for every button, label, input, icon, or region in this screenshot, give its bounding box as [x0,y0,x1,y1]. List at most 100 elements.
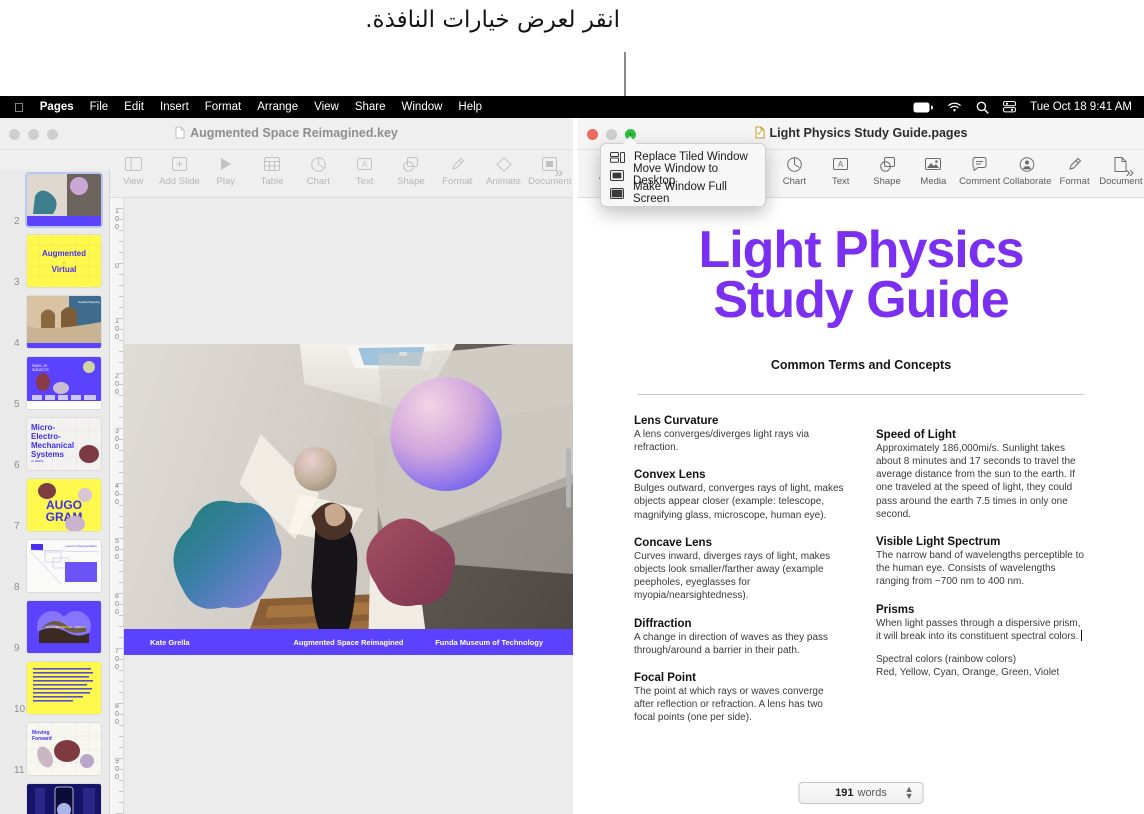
toolbar-button-table[interactable]: Table [249,150,295,187]
menu-item-edit[interactable]: Edit [124,101,144,113]
document-term: Concave LensCurves inward, diverges rays… [634,537,846,603]
slide-thumbnail-preview[interactable]: MovingForward [27,723,101,775]
toolbar-button-document[interactable]: Document [1098,150,1144,187]
menu-item-format[interactable]: Format [205,101,241,113]
battery-icon[interactable] [913,102,933,113]
slide-thumbnail-item[interactable]: 6Micro-Electro-MechanicalSystems(or MEMS… [0,414,109,475]
toolbar-button-shape[interactable]: Shape [388,150,434,187]
menu-item-view[interactable]: View [314,101,339,113]
apple-logo-icon[interactable]:  [14,101,24,114]
svg-text:Virtual: Virtual [52,265,77,274]
toolbar-button-chart[interactable]: Chart [295,150,341,187]
slide-number: 4 [14,338,20,349]
slide-thumbnail-preview[interactable]: PHYSICALAUGMENTEDVIRTUAL [27,601,101,653]
slide-thumbnail-preview[interactable] [27,174,101,226]
document-right-column: Speed of LightApproximately 186,000mi/s.… [876,415,1088,740]
menu-item-help[interactable]: Help [458,101,482,113]
menu-item-share[interactable]: Share [355,101,386,113]
ruler-tick [119,725,123,726]
slide-number: 3 [14,277,20,288]
toolbar-button-format[interactable]: Format [434,150,480,187]
current-slide[interactable]: Kate Grella Augmented Space Reimagined F… [124,344,573,655]
search-icon[interactable] [976,101,989,114]
word-count-unit: words [858,787,887,799]
slide-thumbnail-item[interactable]: 7AUGOGRAM [0,475,109,536]
ruler-tick [116,263,123,264]
menu-item-window[interactable]: Window [402,101,443,113]
slide-thumbnail-preview[interactable]: PANEL OFSUBJECTS [27,357,101,409]
document-page[interactable]: Light Physics Study Guide Common Terms a… [578,198,1144,814]
slide-thumbnail-preview[interactable]: AugmentedvsVirtual [27,235,101,287]
ruler-tick-label: 400 [112,483,122,507]
menu-item-make-window-full-screen[interactable]: Make Window Full Screen [601,184,765,202]
toolbar-button-document[interactable]: Document [527,150,573,187]
slide-thumbnail-preview[interactable]: Layers of Augmentation [27,540,101,592]
pages-body: Light Physics Study Guide Common Terms a… [578,198,1144,814]
slide-thumbnail-item[interactable]: 12 [0,780,109,814]
toolbar-overflow-button[interactable]: » [1126,164,1134,181]
ruler-tick [119,692,123,693]
control-center-icon[interactable] [1003,101,1016,113]
toolbar-button-media[interactable]: Media [910,150,956,187]
menu-item-arrange[interactable]: Arrange [257,101,298,113]
toolbar-button-add-slide[interactable]: Add Slide [156,150,202,187]
toolbar-button-shape[interactable]: Shape [864,150,910,187]
ruler-tick [119,450,123,451]
slide-canvas[interactable]: Kate Grella Augmented Space Reimagined F… [124,198,573,814]
tiled-window-icon [610,152,625,163]
window-options-dropdown[interactable]: Replace Tiled Window Move Window to Desk… [600,143,766,207]
keynote-window: Augmented Space Reimagined.key View Add … [0,118,573,814]
slide-thumbnail-item[interactable]: 3 AugmentedvsVirtual [0,231,109,292]
slide-thumbnail-item[interactable]: 2 [0,170,109,231]
slide-thumbnail-item[interactable]: 5PANEL OFSUBJECTS [0,353,109,414]
slide-navigator[interactable]: 2 3 AugmentedvsVirtual 4 Spatial Mapping5PAN… [0,170,110,814]
wifi-icon[interactable] [947,102,962,113]
play-icon [220,154,232,174]
ruler-tick [119,659,123,660]
menubar-clock[interactable]: Tue Oct 18 9:41 AM [1030,101,1132,113]
menu-item-file[interactable]: File [90,101,109,113]
pages-document-icon [755,126,765,139]
keynote-titlebar[interactable]: Augmented Space Reimagined.key [0,118,573,150]
slide-thumbnail-preview[interactable]: Micro-Electro-MechanicalSystems(or MEMS) [27,418,101,470]
slide-thumbnail-item[interactable]: 4 Spatial Mapping [0,292,109,353]
slide-thumbnail-item[interactable]: 10 [0,658,109,719]
toolbar-button-text[interactable]: A Text [341,150,387,187]
term-extra-line-1: Spectral colors (rainbow colors) [876,653,1088,666]
term-body: A lens converges/diverges light rays via… [634,428,846,454]
toolbar-button-animate[interactable]: Animate [480,150,526,187]
svg-text:Micro-: Micro- [31,423,55,432]
toolbar-button-collaborate[interactable]: Collaborate [1003,150,1052,187]
term-heading: Prisms [876,604,1088,616]
callout-text: انقر لعرض خيارات النافذة. [300,0,620,40]
toolbar-button-text[interactable]: A Text [818,150,864,187]
toolbar-label-table: Table [261,176,284,187]
ruler-tick [116,703,123,704]
menu-item-pages[interactable]: Pages [40,101,74,113]
slide-thumbnail-preview[interactable] [27,784,101,814]
toolbar-button-format[interactable]: Format [1051,150,1097,187]
slide-thumbnail-preview[interactable]: Spatial Mapping [27,296,101,348]
toolbar-button-view[interactable]: View [110,150,156,187]
slide-thumbnail-preview[interactable]: AUGOGRAM [27,479,101,531]
ruler-tick-label: 700 [112,648,122,672]
slide-thumbnail-item[interactable]: 8Layers of Augmentation [0,536,109,597]
ruler-tick [119,736,123,737]
toolbar-button-play[interactable]: Play [203,150,249,187]
canvas-scrollbar[interactable] [566,448,571,508]
toolbar-button-chart[interactable]: Chart [771,150,817,187]
word-count-stepper-icon[interactable]: ▲▼ [905,786,914,800]
ruler-tick [119,362,123,363]
word-count-widget[interactable]: 191 words ▲▼ [799,782,924,804]
toolbar-button-comment[interactable]: Comment [957,150,1003,187]
slide-thumbnail-item[interactable]: 11MovingForward [0,719,109,780]
term-heading: Speed of Light [876,429,1088,441]
format-brush-icon [1067,154,1082,174]
slide-thumbnail-preview[interactable] [27,662,101,714]
document-columns: Lens CurvatureA lens converges/diverges … [634,415,1088,740]
slide-thumbnail-item[interactable]: 9PHYSICALAUGMENTEDVIRTUAL [0,597,109,658]
toolbar-overflow-button[interactable]: » [555,164,563,181]
ruler-tick [119,527,123,528]
menu-item-insert[interactable]: Insert [160,101,189,113]
ruler-tick [119,351,123,352]
